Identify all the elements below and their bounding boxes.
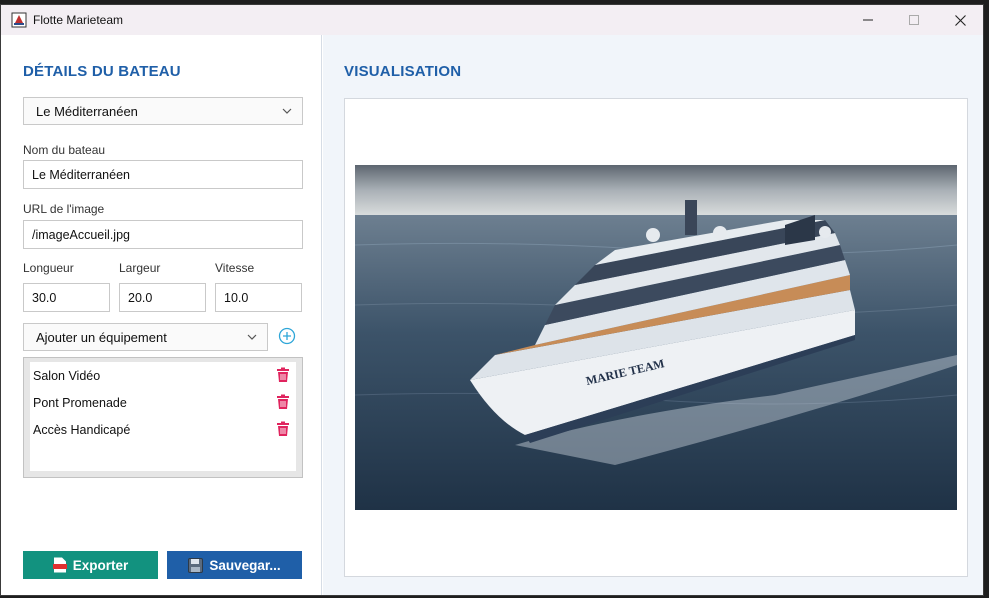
length-input[interactable]: 30.0 [23, 283, 110, 312]
equipment-name: Accès Handicapé [33, 423, 131, 437]
visualisation-panel: VISUALISATION MARIE TEAM [323, 35, 983, 595]
speed-input[interactable]: 10.0 [215, 283, 302, 312]
save-label: Sauvegar... [209, 557, 281, 573]
maximize-icon [909, 15, 919, 25]
equipment-list: Salon Vidéo Pont Promenade Accès Handica… [23, 357, 303, 478]
java-app-icon [11, 12, 27, 28]
boat-select-value: Le Méditerranéen [36, 103, 138, 119]
trash-icon[interactable] [276, 421, 290, 437]
save-button[interactable]: Sauvegar... [167, 551, 302, 579]
minimize-icon [863, 19, 873, 21]
close-icon [954, 14, 966, 26]
name-label: Nom du bateau [23, 143, 106, 157]
minimize-button[interactable] [845, 5, 891, 35]
boat-select[interactable]: Le Méditerranéen [23, 97, 303, 125]
app-window: Flotte Marieteam DÉTAILS DU BATEAU Le Mé… [0, 4, 984, 596]
maximize-button[interactable] [891, 5, 937, 35]
url-label: URL de l'image [23, 202, 105, 216]
length-value: 30.0 [32, 290, 57, 305]
name-value: Le Méditerranéen [32, 167, 130, 182]
title-bar: Flotte Marieteam [1, 5, 983, 35]
length-label: Longueur [23, 261, 74, 275]
chevron-down-icon [247, 334, 257, 340]
equipment-name: Salon Vidéo [33, 369, 101, 383]
floppy-disk-icon [188, 557, 204, 573]
width-input[interactable]: 20.0 [119, 283, 206, 312]
details-section-title: DÉTAILS DU BATEAU [23, 63, 181, 80]
visualisation-section-title: VISUALISATION [344, 63, 462, 80]
width-value: 20.0 [128, 290, 153, 305]
equipment-select[interactable]: Ajouter un équipement [23, 323, 268, 351]
cruise-ship-image: MARIE TEAM [355, 165, 957, 510]
export-label: Exporter [72, 557, 129, 573]
list-item: Pont Promenade [33, 392, 293, 414]
equipment-name: Pont Promenade [33, 396, 127, 410]
export-button[interactable]: Exporter [23, 551, 158, 579]
trash-icon[interactable] [276, 394, 290, 410]
name-input[interactable]: Le Méditerranéen [23, 160, 303, 189]
boat-details-panel: DÉTAILS DU BATEAU Le Méditerranéen Nom d… [1, 35, 322, 595]
trash-icon[interactable] [276, 367, 290, 383]
image-preview: MARIE TEAM [344, 98, 968, 577]
width-label: Largeur [119, 261, 161, 275]
add-equipment-icon[interactable] [278, 327, 296, 345]
list-item: Salon Vidéo [33, 365, 293, 387]
url-input[interactable]: /imageAccueil.jpg [23, 220, 303, 249]
pdf-icon [52, 557, 67, 573]
list-item: Accès Handicapé [33, 419, 293, 441]
window-title: Flotte Marieteam [33, 13, 124, 27]
speed-value: 10.0 [224, 290, 249, 305]
url-value: /imageAccueil.jpg [32, 227, 130, 242]
chevron-down-icon [282, 108, 292, 114]
speed-label: Vitesse [215, 261, 255, 275]
close-button[interactable] [937, 5, 983, 35]
equipment-select-value: Ajouter un équipement [36, 329, 167, 345]
